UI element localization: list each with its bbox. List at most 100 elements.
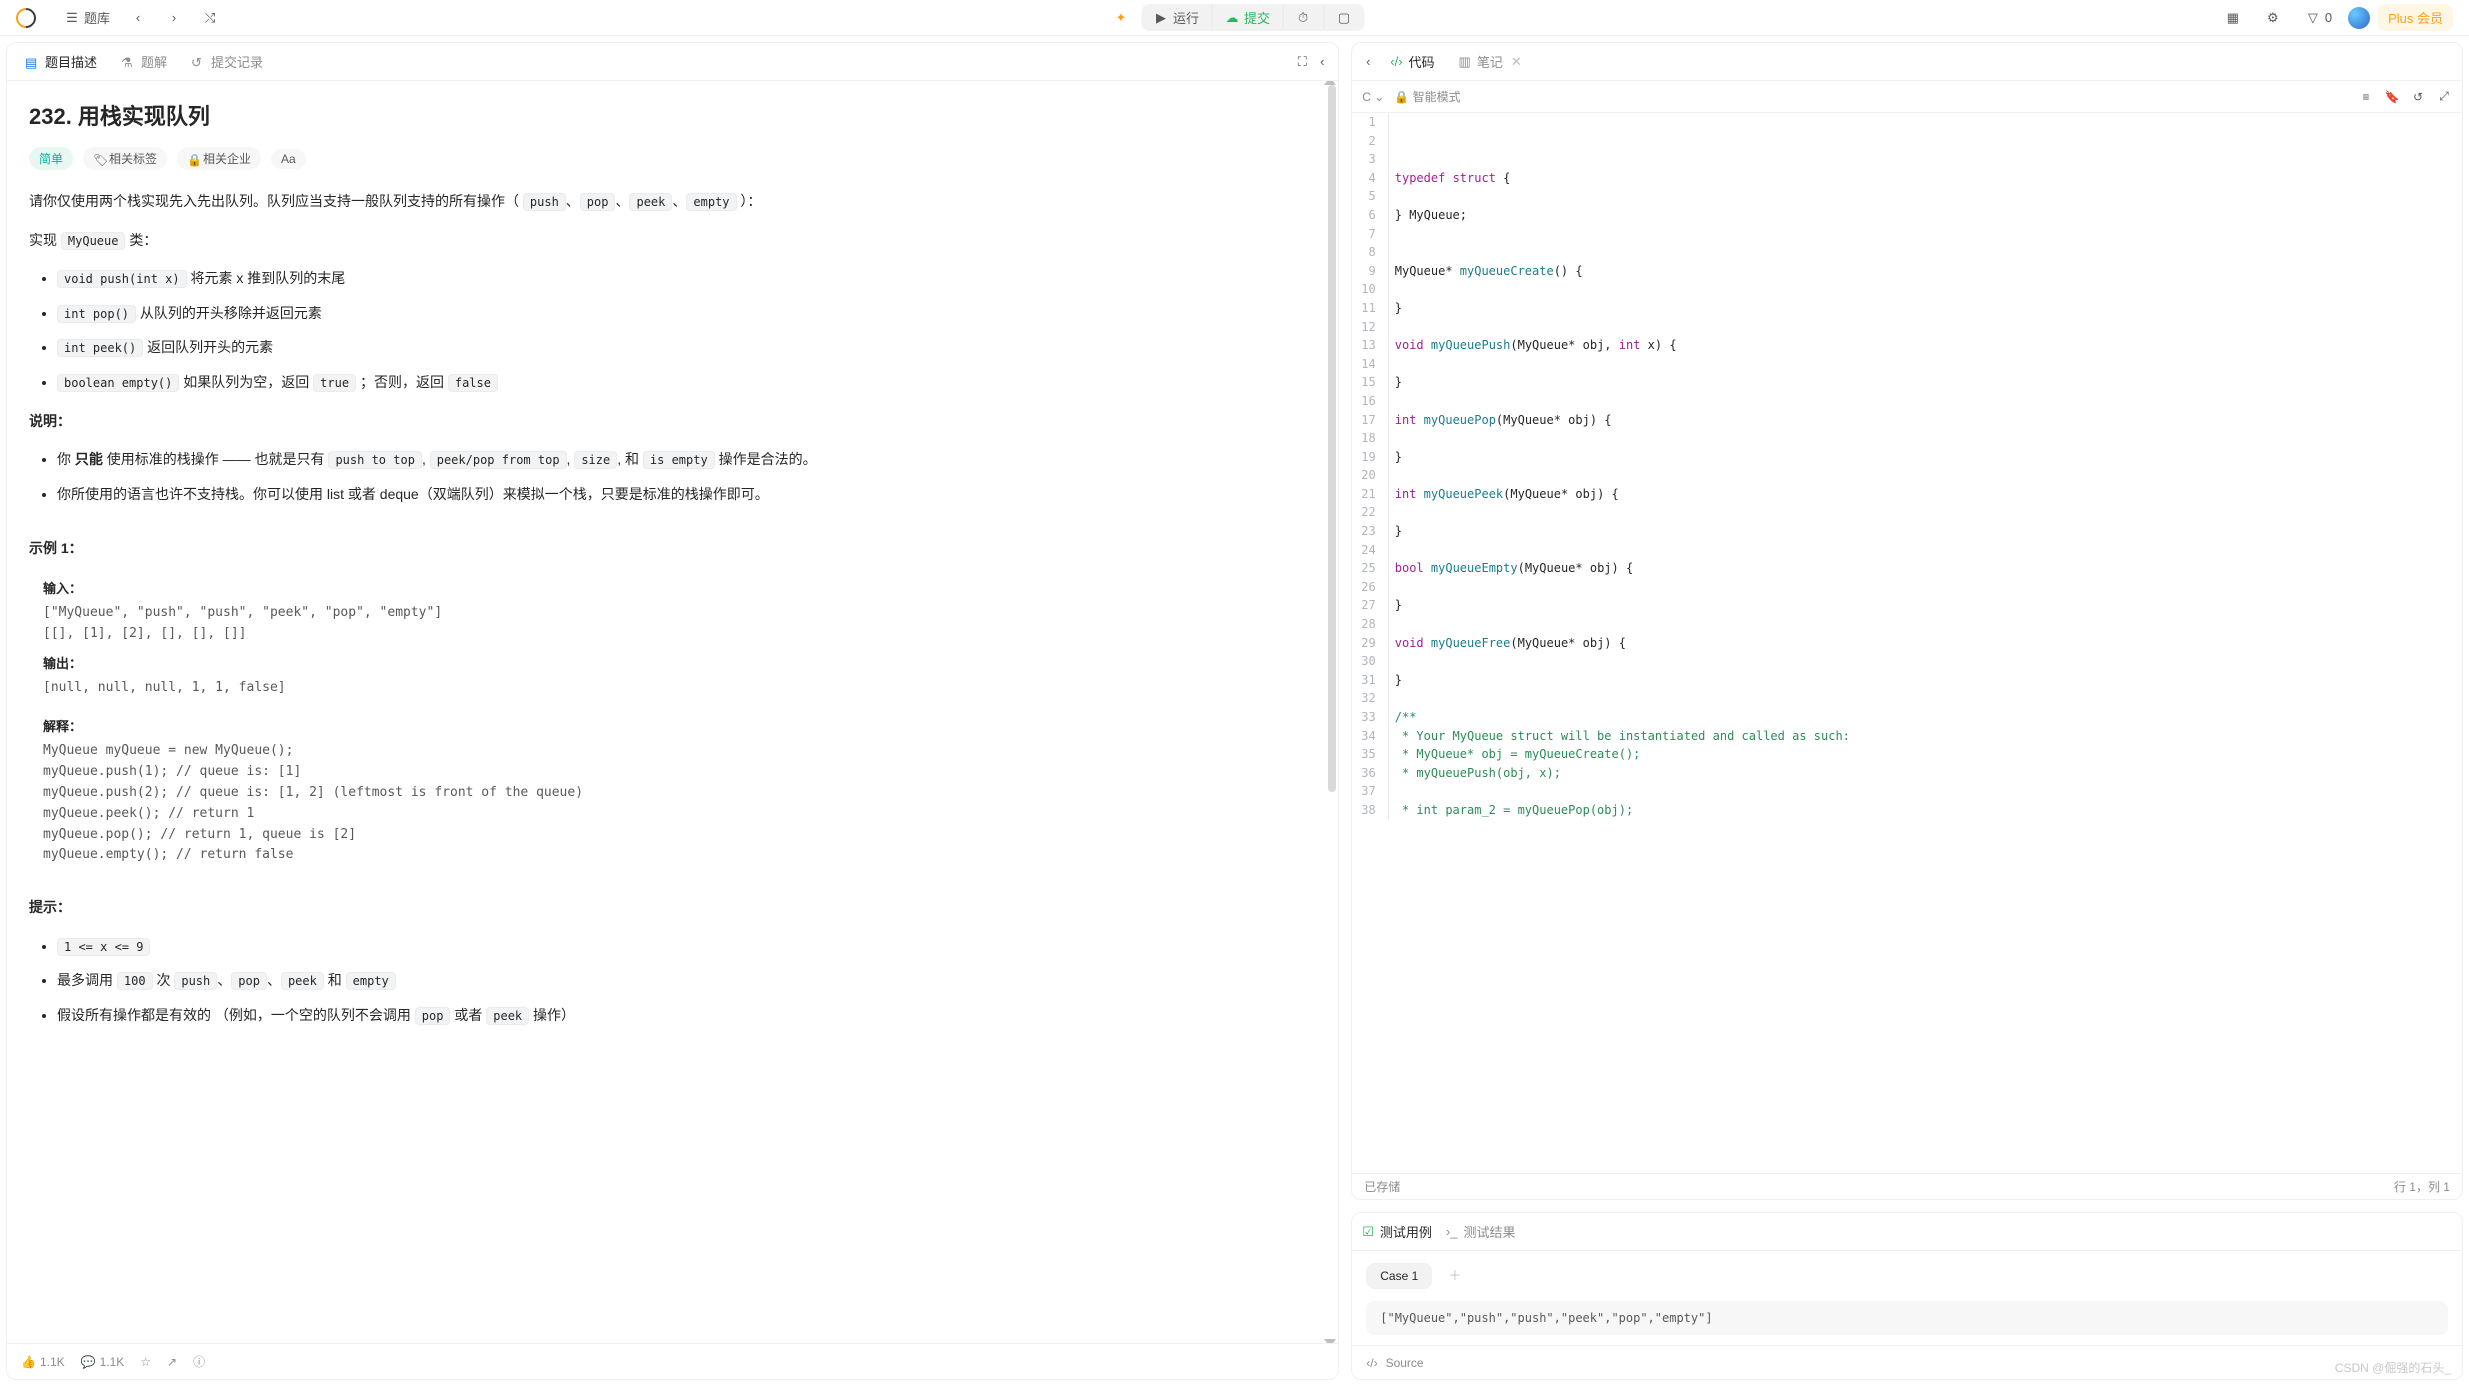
- description-footer: 👍1.1K 💬1.1K ☆ ↗ ⓘ: [7, 1343, 1338, 1379]
- problem-list-button[interactable]: ☰ 题库: [56, 4, 118, 31]
- problem-list-label: 题库: [84, 8, 110, 27]
- ops-list: void push(int x) 将元素 x 推到队列的末尾 int pop()…: [29, 265, 1316, 395]
- main: ▤ 题目描述 ⚗ 题解 ↺ 提交记录 ⛶ ‹ 232. 用栈实现队列 简单: [0, 36, 2469, 1386]
- comment-icon: 💬: [81, 1355, 96, 1369]
- timer-button[interactable]: ⏱: [1282, 6, 1323, 30]
- code-icon: ‹/›: [1390, 54, 1402, 69]
- lock-icon: 🔒: [187, 153, 199, 165]
- example-block: 输入： ["MyQueue", "push", "push", "peek", …: [29, 578, 1316, 866]
- streak-count: 0: [2325, 10, 2332, 25]
- test-body: Case 1 ＋ ["MyQueue","push","push","peek"…: [1352, 1251, 2462, 1345]
- collapse-right-icon[interactable]: ‹: [1360, 54, 1376, 70]
- run-group: ▶ 运行 ☁ 提交 ⏱ ▢: [1141, 4, 1364, 31]
- editor-status: 已存储 行 1，列 1: [1352, 1173, 2462, 1199]
- reset-icon[interactable]: ↺: [2410, 89, 2426, 105]
- expand-icon[interactable]: ⤢: [2436, 89, 2452, 105]
- terminal-icon: ›_: [1446, 1224, 1458, 1239]
- submit-button[interactable]: ☁ 提交: [1211, 4, 1282, 31]
- cloud-upload-icon: ☁: [1224, 10, 1240, 26]
- share-icon: ↗: [167, 1355, 177, 1369]
- avatar[interactable]: [2348, 7, 2370, 29]
- left-tabs: ▤ 题目描述 ⚗ 题解 ↺ 提交记录 ⛶ ‹: [7, 43, 1338, 81]
- thumbs-up-icon: 👍: [21, 1355, 36, 1369]
- scrollbar-thumb[interactable]: [1328, 85, 1336, 792]
- fullscreen-icon[interactable]: ⛶: [1294, 54, 1310, 70]
- doc-icon: ▤: [25, 55, 39, 69]
- test-panel: ☑ 测试用例 ›_ 测试结果 Case 1 ＋ ["MyQueue","push…: [1351, 1212, 2463, 1380]
- problem-title: 232. 用栈实现队列: [29, 99, 1316, 131]
- feedback-button[interactable]: ⓘ: [193, 1353, 205, 1370]
- hints-header: 提示：: [29, 894, 1316, 921]
- code-panel: ‹ ‹/› 代码 ▥ 笔记 ✕ C ⌄ 🔒 智能模式 ≡ 🔖 ↺ ⤢: [1351, 42, 2463, 1200]
- chevron-right-icon: ›: [166, 10, 182, 26]
- note-icon: ▢: [1336, 10, 1352, 26]
- bookmark-icon[interactable]: 🔖: [2384, 89, 2400, 105]
- favorite-button[interactable]: ☆: [140, 1355, 151, 1369]
- next-problem-button[interactable]: ›: [158, 6, 190, 30]
- gear-icon: ⚙: [2265, 10, 2281, 26]
- auto-mode[interactable]: 🔒 智能模式: [1394, 88, 1460, 105]
- format-icon[interactable]: ≡: [2358, 89, 2374, 105]
- testcase-input[interactable]: ["MyQueue","push","push","peek","pop","e…: [1366, 1301, 2448, 1335]
- code-icon: ‹/›: [1366, 1356, 1377, 1370]
- code-toolbar: C ⌄ 🔒 智能模式 ≡ 🔖 ↺ ⤢: [1352, 81, 2462, 113]
- settings-button[interactable]: ⚙: [2257, 6, 2289, 30]
- close-icon[interactable]: ✕: [1511, 54, 1522, 70]
- star-icon: ☆: [140, 1355, 151, 1369]
- prev-problem-button[interactable]: ‹: [122, 6, 154, 30]
- comments-button[interactable]: 💬1.1K: [81, 1355, 125, 1369]
- logo-icon[interactable]: [12, 3, 40, 31]
- source-row[interactable]: ‹/› Source: [1352, 1345, 2462, 1379]
- plus-button[interactable]: Plus 会员: [2378, 4, 2453, 31]
- implement-line: 实现 MyQueue 类：: [29, 227, 1316, 254]
- play-icon: ▶: [1153, 10, 1169, 26]
- book-icon: ▥: [1459, 54, 1471, 70]
- tag-icon: 🏷: [93, 153, 105, 165]
- submit-label: 提交: [1244, 8, 1270, 27]
- example-header: 示例 1：: [29, 535, 1316, 562]
- case-1-chip[interactable]: Case 1: [1366, 1263, 1432, 1289]
- share-button[interactable]: ↗: [167, 1355, 177, 1369]
- cursor-position: 行 1，列 1: [2394, 1178, 2450, 1195]
- layout-icon: ▦: [2225, 10, 2241, 26]
- sparkle-button[interactable]: ✦: [1105, 6, 1137, 30]
- run-button[interactable]: ▶ 运行: [1141, 4, 1211, 31]
- notes-button[interactable]: ▢: [1323, 6, 1364, 30]
- like-button[interactable]: 👍1.1K: [21, 1355, 65, 1369]
- right-column: ‹ ‹/› 代码 ▥ 笔记 ✕ C ⌄ 🔒 智能模式 ≡ 🔖 ↺ ⤢: [1345, 36, 2469, 1386]
- collapse-left-icon[interactable]: ‹: [1314, 54, 1330, 70]
- scroll-down-icon[interactable]: [1324, 1339, 1336, 1343]
- code-editor[interactable]: 1234typedef struct {56} MyQueue;789MyQue…: [1352, 113, 2462, 1173]
- lang-select[interactable]: C ⌄: [1362, 90, 1384, 104]
- test-tabs: ☑ 测试用例 ›_ 测试结果: [1352, 1213, 2462, 1251]
- flame-icon: ▽: [2305, 10, 2321, 26]
- flask-icon: ⚗: [121, 55, 135, 69]
- tab-editorial[interactable]: ⚗ 题解: [111, 46, 177, 77]
- run-label: 运行: [1173, 8, 1199, 27]
- difficulty-chip[interactable]: 简单: [29, 147, 73, 170]
- tab-testresults[interactable]: ›_ 测试结果: [1446, 1222, 1516, 1241]
- layout-button[interactable]: ▦: [2217, 6, 2249, 30]
- problem-chips: 简单 🏷相关标签 🔒相关企业 Aa: [29, 147, 1316, 170]
- list-icon: ☰: [64, 10, 80, 26]
- sparkle-icon: ✦: [1113, 10, 1129, 26]
- info-icon: ⓘ: [193, 1353, 205, 1370]
- check-square-icon: ☑: [1362, 1224, 1374, 1240]
- tab-description[interactable]: ▤ 题目描述: [15, 46, 107, 77]
- hint-chip[interactable]: Aa: [271, 149, 306, 169]
- tab-testcases[interactable]: ☑ 测试用例: [1362, 1222, 1432, 1241]
- tab-submissions[interactable]: ↺ 提交记录: [181, 46, 273, 77]
- shuffle-button[interactable]: ⤭: [194, 6, 226, 30]
- companies-chip[interactable]: 🔒相关企业: [177, 147, 261, 170]
- tab-code[interactable]: ‹/› 代码: [1380, 46, 1444, 77]
- description-panel: ▤ 题目描述 ⚗ 题解 ↺ 提交记录 ⛶ ‹ 232. 用栈实现队列 简单: [6, 42, 1339, 1380]
- saved-label: 已存储: [1364, 1178, 1400, 1195]
- tags-chip[interactable]: 🏷相关标签: [83, 147, 167, 170]
- streak-button[interactable]: ▽0: [2297, 6, 2340, 30]
- code-tabs: ‹ ‹/› 代码 ▥ 笔记 ✕: [1352, 43, 2462, 81]
- tab-notes[interactable]: ▥ 笔记 ✕: [1449, 46, 1532, 77]
- add-case-button[interactable]: ＋: [1442, 1261, 1468, 1287]
- shuffle-icon: ⤭: [202, 10, 218, 26]
- lock-icon: 🔒: [1394, 90, 1409, 104]
- description-scroll[interactable]: 232. 用栈实现队列 简单 🏷相关标签 🔒相关企业 Aa 请你仅使用两个栈实现…: [7, 81, 1338, 1343]
